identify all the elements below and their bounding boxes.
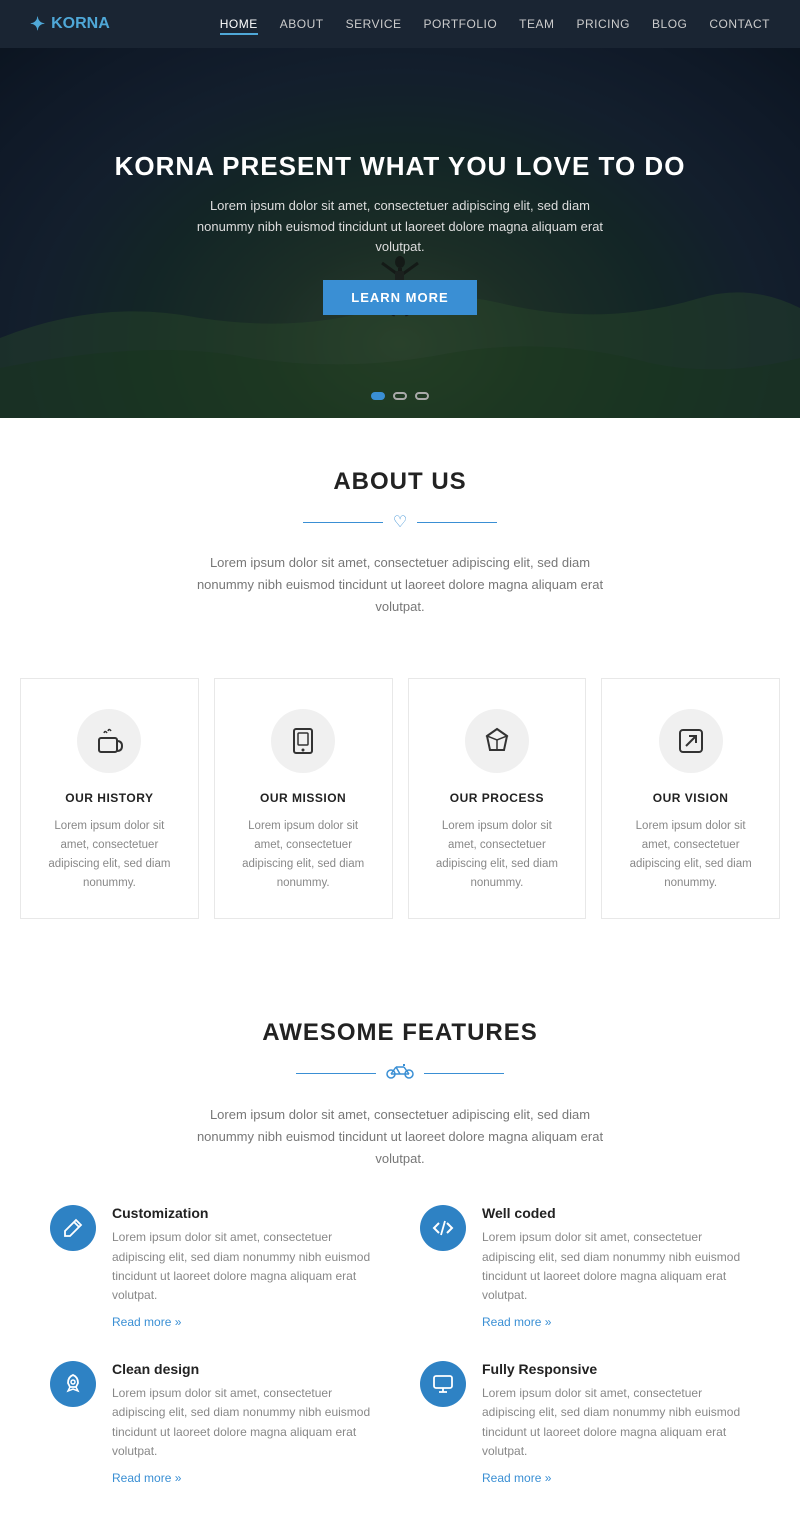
mission-icon-circle bbox=[271, 709, 335, 773]
slider-dots bbox=[371, 392, 429, 400]
customization-read-more[interactable]: Read more » bbox=[112, 1315, 181, 1329]
clean-design-icon-circle bbox=[50, 1361, 96, 1407]
features-description: Lorem ipsum dolor sit amet, consectetuer… bbox=[190, 1104, 610, 1170]
dot-2[interactable] bbox=[393, 392, 407, 400]
coffee-icon bbox=[94, 726, 124, 756]
fully-responsive-content: Fully Responsive Lorem ipsum dolor sit a… bbox=[482, 1361, 750, 1487]
hero-content: KORNA PRESENT WHAT YOU LOVE TO DO Lorem … bbox=[115, 151, 686, 315]
nav-item-blog[interactable]: BLOG bbox=[652, 15, 687, 33]
nav-item-about[interactable]: ABOUT bbox=[280, 15, 324, 33]
card-history: OUR HISTORY Lorem ipsum dolor sit amet, … bbox=[20, 678, 199, 919]
rocket-icon bbox=[62, 1373, 84, 1395]
nav-link-blog[interactable]: BLOG bbox=[652, 17, 687, 31]
vision-title: OUR VISION bbox=[622, 791, 759, 805]
feature-clean-design: Clean design Lorem ipsum dolor sit amet,… bbox=[50, 1361, 380, 1487]
process-title: OUR PROCESS bbox=[429, 791, 566, 805]
about-title: ABOUT US bbox=[30, 468, 770, 496]
feature-well-coded: Well coded Lorem ipsum dolor sit amet, c… bbox=[420, 1205, 750, 1331]
features-grid: Customization Lorem ipsum dolor sit amet… bbox=[30, 1205, 770, 1487]
about-section: ABOUT US ♡ Lorem ipsum dolor sit amet, c… bbox=[0, 418, 800, 658]
card-vision: OUR VISION Lorem ipsum dolor sit amet, c… bbox=[601, 678, 780, 919]
monitor-icon bbox=[432, 1373, 454, 1395]
hero-title: KORNA PRESENT WHAT YOU LOVE TO DO bbox=[115, 151, 686, 182]
vision-desc: Lorem ipsum dolor sit amet, consectetuer… bbox=[622, 817, 759, 893]
code-icon bbox=[432, 1217, 454, 1239]
customization-title: Customization bbox=[112, 1205, 380, 1221]
well-coded-content: Well coded Lorem ipsum dolor sit amet, c… bbox=[482, 1205, 750, 1331]
about-description: Lorem ipsum dolor sit amet, consectetuer… bbox=[190, 552, 610, 618]
about-divider: ♡ bbox=[30, 512, 770, 532]
hero-subtitle: Lorem ipsum dolor sit amet, consectetuer… bbox=[190, 196, 610, 258]
fully-responsive-read-more[interactable]: Read more » bbox=[482, 1471, 551, 1485]
dot-3[interactable] bbox=[415, 392, 429, 400]
clean-design-read-more[interactable]: Read more » bbox=[112, 1471, 181, 1485]
card-process: OUR PROCESS Lorem ipsum dolor sit amet, … bbox=[408, 678, 587, 919]
features-divider bbox=[30, 1063, 770, 1084]
brand-name: KORNA bbox=[51, 15, 110, 33]
divider-line-left bbox=[303, 522, 383, 523]
nav-link-home[interactable]: HOME bbox=[220, 17, 258, 35]
nav-item-service[interactable]: SERVICE bbox=[346, 15, 402, 33]
tablet-icon bbox=[288, 726, 318, 756]
nav-link-contact[interactable]: CONTACT bbox=[709, 17, 770, 31]
arrow-icon bbox=[676, 726, 706, 756]
features-divider-left bbox=[296, 1073, 376, 1074]
features-section: AWESOME FEATURES Lorem ipsum dolor sit a… bbox=[0, 969, 800, 1527]
nav-item-portfolio[interactable]: PORTFOLIO bbox=[424, 15, 498, 33]
dot-1[interactable] bbox=[371, 392, 385, 400]
bicycle-icon-svg bbox=[386, 1063, 414, 1079]
history-icon-circle bbox=[77, 709, 141, 773]
fully-responsive-desc: Lorem ipsum dolor sit amet, consectetuer… bbox=[482, 1384, 750, 1461]
nav-item-home[interactable]: HOME bbox=[220, 15, 258, 33]
nav-item-team[interactable]: TEAM bbox=[519, 15, 554, 33]
nav-item-pricing[interactable]: PRICING bbox=[577, 15, 631, 33]
nav-menu: HOME ABOUT SERVICE PORTFOLIO TEAM PRICIN… bbox=[220, 15, 770, 33]
customization-icon-circle bbox=[50, 1205, 96, 1251]
clean-design-content: Clean design Lorem ipsum dolor sit amet,… bbox=[112, 1361, 380, 1487]
brand-logo[interactable]: ✦ KORNA bbox=[30, 14, 110, 35]
process-desc: Lorem ipsum dolor sit amet, consectetuer… bbox=[429, 817, 566, 893]
nav-link-pricing[interactable]: PRICING bbox=[577, 17, 631, 31]
nav-item-contact[interactable]: CONTACT bbox=[709, 15, 770, 33]
feature-customization: Customization Lorem ipsum dolor sit amet… bbox=[50, 1205, 380, 1331]
gem-icon bbox=[482, 726, 512, 756]
well-coded-title: Well coded bbox=[482, 1205, 750, 1221]
nav-link-about[interactable]: ABOUT bbox=[280, 17, 324, 31]
clean-design-desc: Lorem ipsum dolor sit amet, consectetuer… bbox=[112, 1384, 380, 1461]
divider-line-right bbox=[417, 522, 497, 523]
hero-section: KORNA PRESENT WHAT YOU LOVE TO DO Lorem … bbox=[0, 48, 800, 418]
customization-desc: Lorem ipsum dolor sit amet, consectetuer… bbox=[112, 1228, 380, 1305]
feature-fully-responsive: Fully Responsive Lorem ipsum dolor sit a… bbox=[420, 1361, 750, 1487]
history-title: OUR HISTORY bbox=[41, 791, 178, 805]
navbar: ✦ KORNA HOME ABOUT SERVICE PORTFOLIO TEA… bbox=[0, 0, 800, 48]
features-divider-right bbox=[424, 1073, 504, 1074]
card-mission: OUR MISSION Lorem ipsum dolor sit amet, … bbox=[214, 678, 393, 919]
mission-desc: Lorem ipsum dolor sit amet, consectetuer… bbox=[235, 817, 372, 893]
cards-section: OUR HISTORY Lorem ipsum dolor sit amet, … bbox=[0, 658, 800, 969]
fully-responsive-title: Fully Responsive bbox=[482, 1361, 750, 1377]
learn-more-button[interactable]: LEARN MORE bbox=[323, 280, 476, 315]
well-coded-desc: Lorem ipsum dolor sit amet, consectetuer… bbox=[482, 1228, 750, 1305]
well-coded-icon-circle bbox=[420, 1205, 466, 1251]
mission-title: OUR MISSION bbox=[235, 791, 372, 805]
process-icon-circle bbox=[465, 709, 529, 773]
features-title: AWESOME FEATURES bbox=[30, 1019, 770, 1047]
nav-link-portfolio[interactable]: PORTFOLIO bbox=[424, 17, 498, 31]
bike-icon bbox=[386, 1063, 414, 1084]
well-coded-read-more[interactable]: Read more » bbox=[482, 1315, 551, 1329]
nav-link-service[interactable]: SERVICE bbox=[346, 17, 402, 31]
vision-icon-circle bbox=[659, 709, 723, 773]
heart-icon: ♡ bbox=[393, 512, 407, 532]
customization-content: Customization Lorem ipsum dolor sit amet… bbox=[112, 1205, 380, 1331]
clean-design-title: Clean design bbox=[112, 1361, 380, 1377]
nav-link-team[interactable]: TEAM bbox=[519, 17, 554, 31]
edit-icon bbox=[62, 1217, 84, 1239]
logo-icon: ✦ bbox=[30, 14, 45, 35]
fully-responsive-icon-circle bbox=[420, 1361, 466, 1407]
history-desc: Lorem ipsum dolor sit amet, consectetuer… bbox=[41, 817, 178, 893]
